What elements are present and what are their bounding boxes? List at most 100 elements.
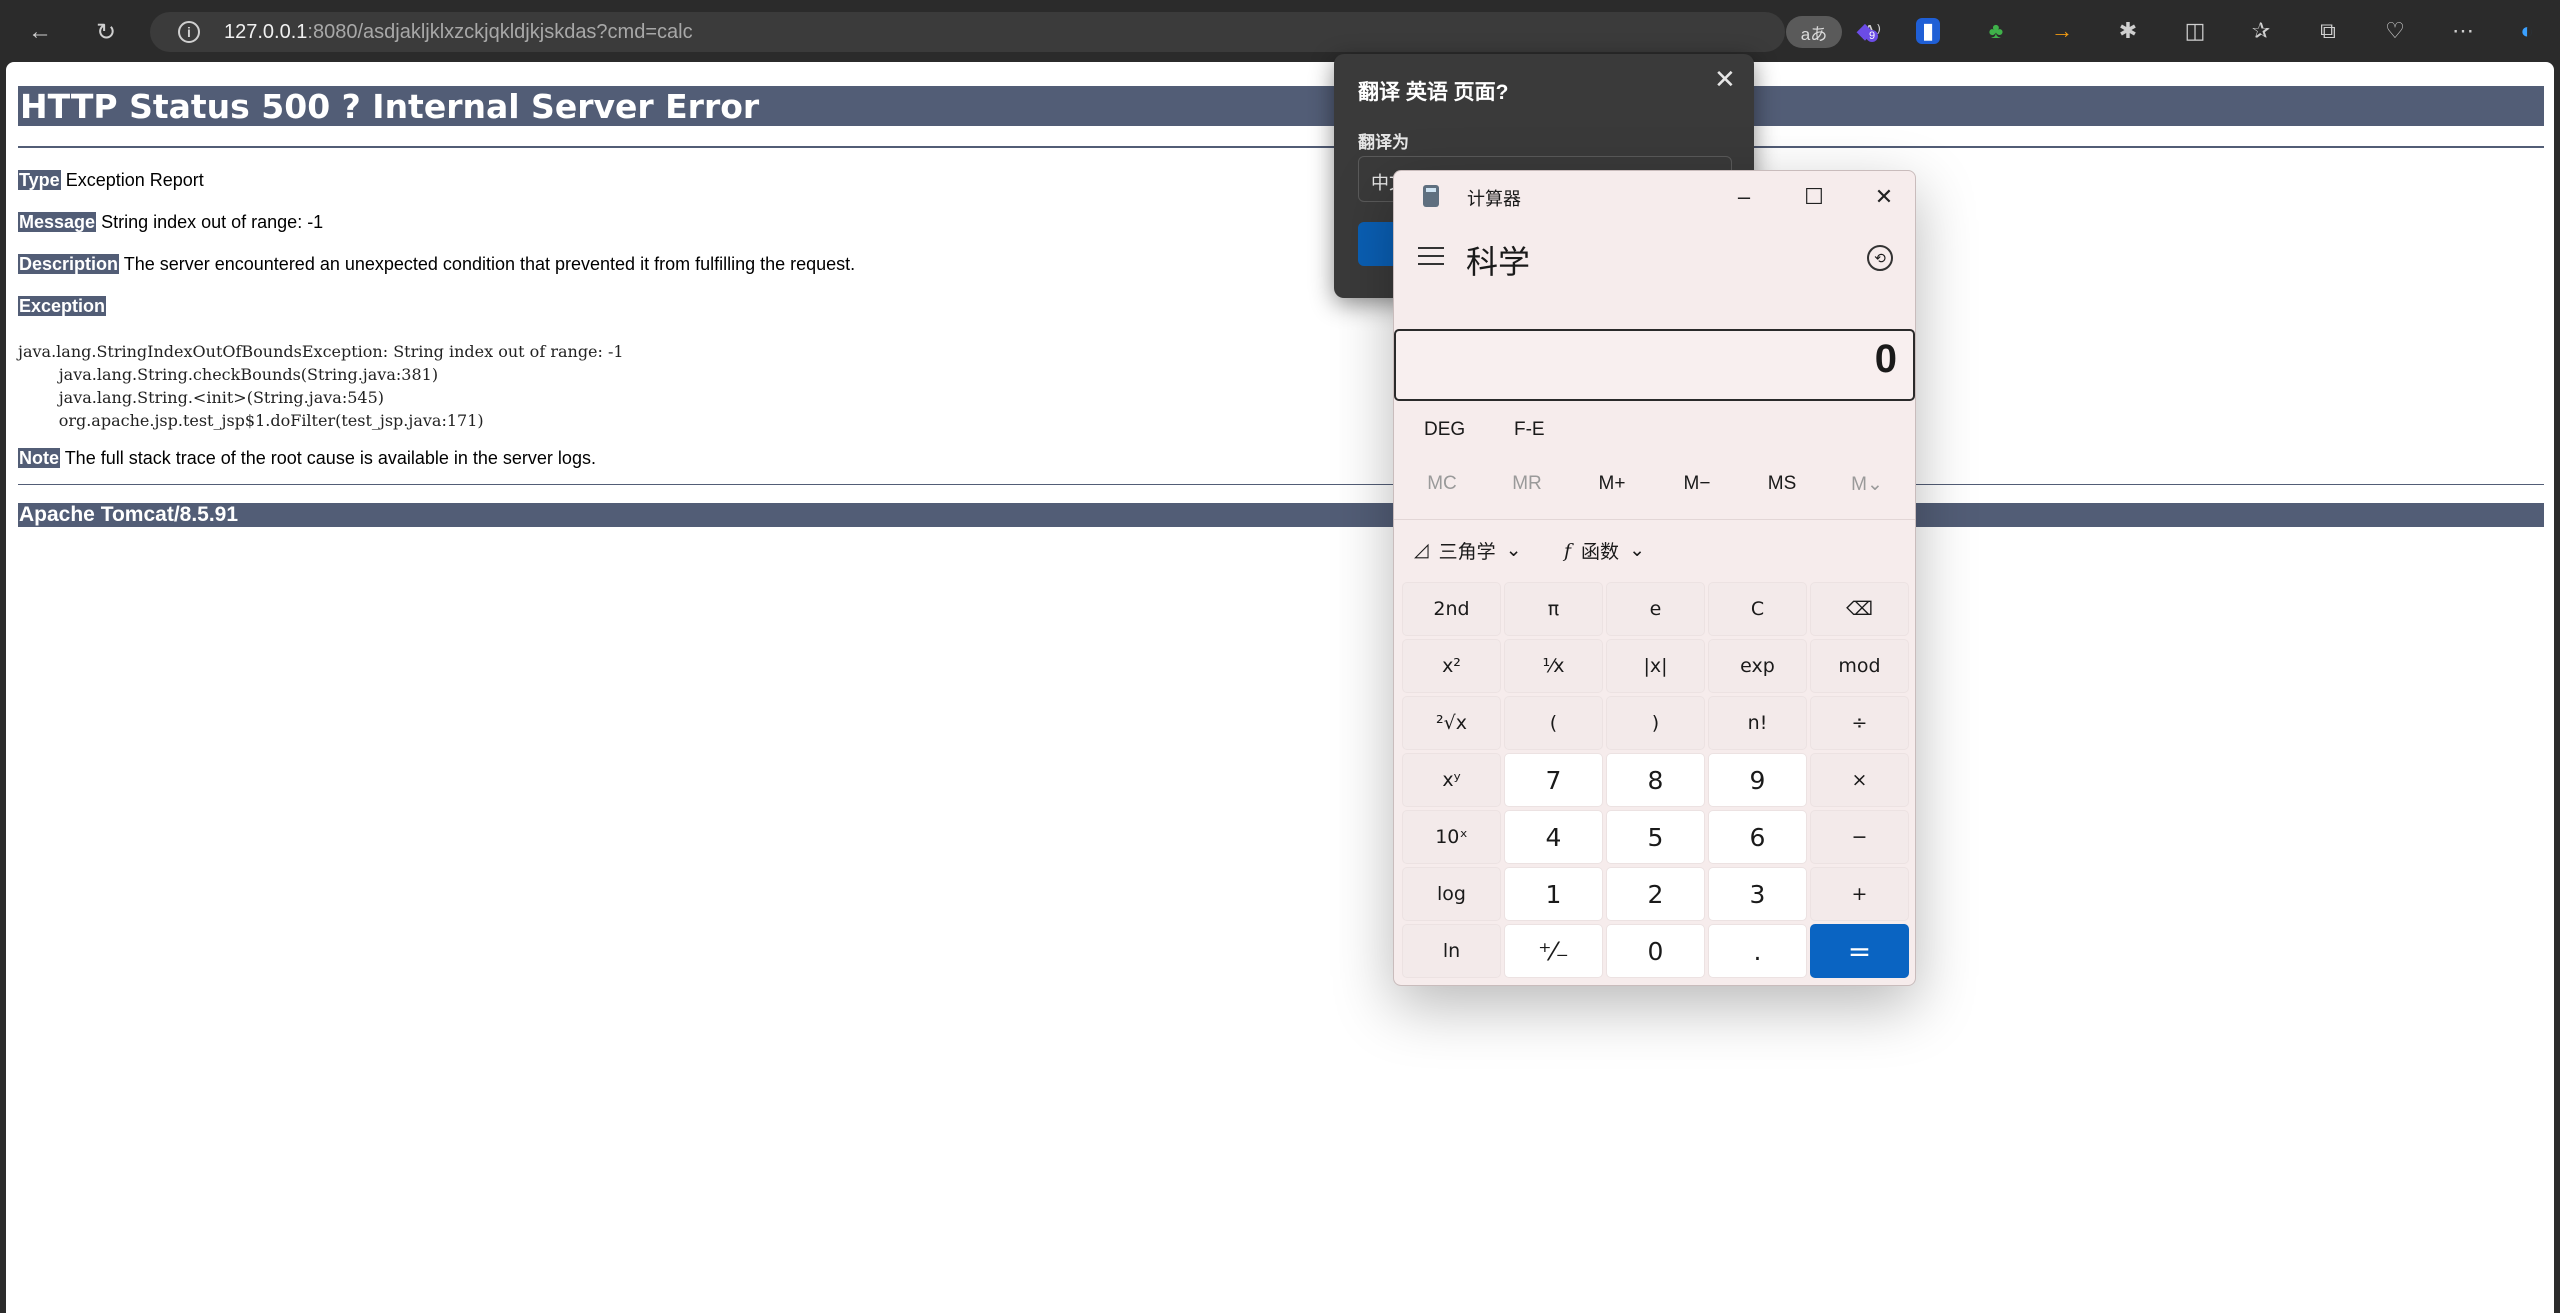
- collections-icon[interactable]: ⧉: [2313, 16, 2343, 46]
- subtract-key[interactable]: −: [1810, 810, 1909, 864]
- calculator-titlebar[interactable]: 计算器 – ☐ ✕: [1394, 171, 1915, 223]
- result-display: 0: [1394, 329, 1915, 401]
- digit-7-key[interactable]: 7: [1504, 753, 1603, 807]
- memory-add-button[interactable]: M+: [1572, 473, 1652, 495]
- mode-title: 科学: [1466, 244, 1531, 280]
- memory-recall-button[interactable]: MR: [1487, 473, 1567, 495]
- negate-key[interactable]: ⁺⁄₋: [1504, 924, 1603, 978]
- mod-key[interactable]: mod: [1810, 639, 1909, 693]
- equals-key[interactable]: =: [1810, 924, 1909, 978]
- digit-6-key[interactable]: 6: [1708, 810, 1807, 864]
- multiply-key[interactable]: ×: [1810, 753, 1909, 807]
- type-label: Type: [18, 170, 61, 190]
- hamburger-menu-icon[interactable]: [1418, 247, 1444, 269]
- split-screen-icon[interactable]: ◫: [2180, 16, 2210, 46]
- function-f-icon: f: [1564, 539, 1572, 562]
- memory-store-button[interactable]: MS: [1742, 473, 1822, 495]
- calculator-app-icon: [1423, 185, 1439, 207]
- divider: [18, 146, 2544, 148]
- triangle-icon: ◿: [1414, 540, 1429, 561]
- trigonometry-label: 三角学: [1438, 542, 1496, 563]
- digit-3-key[interactable]: 3: [1708, 867, 1807, 921]
- trigonometry-dropdown[interactable]: ◿ 三角学 ⌄: [1414, 537, 1522, 564]
- refresh-icon[interactable]: ↻: [88, 14, 124, 50]
- translate-icon[interactable]: aあ: [1786, 16, 1842, 48]
- open-paren-key[interactable]: (: [1504, 696, 1603, 750]
- description-row: Description The server encountered an un…: [18, 254, 2544, 274]
- close-icon[interactable]: ✕: [1714, 64, 1736, 95]
- arrow-extension-icon[interactable]: →: [2047, 16, 2077, 46]
- message-row: Message String index out of range: -1: [18, 212, 2544, 232]
- site-info-icon[interactable]: i: [178, 21, 200, 43]
- error-page: HTTP Status 500 ? Internal Server Error …: [18, 86, 2544, 527]
- close-paren-key[interactable]: ): [1606, 696, 1705, 750]
- browser-essentials-icon[interactable]: ♡: [2380, 16, 2410, 46]
- chevron-down-icon: ⌄: [1629, 540, 1645, 561]
- page-title: HTTP Status 500 ? Internal Server Error: [18, 86, 2544, 126]
- message-label: Message: [18, 212, 97, 232]
- reciprocal-key[interactable]: ¹⁄x: [1504, 639, 1603, 693]
- log-key[interactable]: log: [1402, 867, 1501, 921]
- memory-list-button[interactable]: M⌄: [1827, 473, 1907, 496]
- extension-icon[interactable]: ◆ 9: [1850, 16, 1880, 46]
- translate-button[interactable]: [1358, 222, 1398, 266]
- tree-extension-icon[interactable]: ♣: [1981, 16, 2011, 46]
- divide-key[interactable]: ÷: [1810, 696, 1909, 750]
- fe-button[interactable]: F-E: [1514, 419, 1545, 441]
- digit-4-key[interactable]: 4: [1504, 810, 1603, 864]
- address-bar[interactable]: i 127.0.0.1:8080/asdjakljklxzckjqkldjkjs…: [150, 12, 1940, 52]
- memory-row: MC MR M+ M− MS M⌄: [1394, 473, 1915, 503]
- stack-trace: java.lang.StringIndexOutOfBoundsExceptio…: [18, 340, 2544, 432]
- maximize-icon[interactable]: ☐: [1794, 179, 1834, 215]
- memory-clear-button[interactable]: MC: [1402, 473, 1482, 495]
- square-key[interactable]: x²: [1402, 639, 1501, 693]
- function-row: ◿ 三角学 ⌄ f 函数 ⌄: [1394, 537, 1915, 567]
- url-text[interactable]: 127.0.0.1:8080/asdjakljklxzckjqkldjkjskd…: [224, 21, 693, 44]
- pi-key[interactable]: π: [1504, 582, 1603, 636]
- extension-badge: 9: [1866, 30, 1879, 42]
- exception-row: Exception: [18, 296, 2544, 316]
- more-menu-icon[interactable]: ⋯: [2448, 16, 2478, 46]
- history-icon[interactable]: ⟲: [1867, 245, 1893, 271]
- backspace-icon[interactable]: ⌫: [1810, 582, 1909, 636]
- function-dropdown[interactable]: f 函数 ⌄: [1564, 537, 1645, 564]
- browser-toolbar: ← ↻ i 127.0.0.1:8080/asdjakljklxzckjqkld…: [0, 0, 2560, 62]
- window-title: 计算器: [1467, 189, 1521, 209]
- minimize-icon[interactable]: –: [1724, 179, 1764, 215]
- favorites-icon[interactable]: ✰: [2246, 16, 2276, 46]
- absolute-key[interactable]: |x|: [1606, 639, 1705, 693]
- digit-0-key[interactable]: 0: [1606, 924, 1705, 978]
- memory-subtract-button[interactable]: M−: [1657, 473, 1737, 495]
- decimal-key[interactable]: .: [1708, 924, 1807, 978]
- back-icon[interactable]: ←: [22, 14, 58, 50]
- ln-key[interactable]: ln: [1402, 924, 1501, 978]
- bitwarden-icon[interactable]: ▮: [1916, 18, 1940, 44]
- close-icon[interactable]: ✕: [1864, 179, 1904, 215]
- digit-5-key[interactable]: 5: [1606, 810, 1705, 864]
- divider: [1394, 519, 1915, 520]
- digit-9-key[interactable]: 9: [1708, 753, 1807, 807]
- power-key[interactable]: xʸ: [1402, 753, 1501, 807]
- digit-2-key[interactable]: 2: [1606, 867, 1705, 921]
- page-viewport: HTTP Status 500 ? Internal Server Error …: [6, 62, 2554, 1313]
- clear-key[interactable]: C: [1708, 582, 1807, 636]
- add-key[interactable]: +: [1810, 867, 1909, 921]
- e-key[interactable]: e: [1606, 582, 1705, 636]
- divider: [18, 484, 2544, 485]
- url-host: 127.0.0.1: [224, 21, 308, 43]
- keypad: 2nd π e C ⌫ x² ¹⁄x |x| exp mod ²√x ( ) n…: [1402, 582, 1909, 978]
- second-function-key[interactable]: 2nd: [1402, 582, 1501, 636]
- digit-8-key[interactable]: 8: [1606, 753, 1705, 807]
- digit-1-key[interactable]: 1: [1504, 867, 1603, 921]
- angle-mode-button[interactable]: DEG: [1424, 419, 1465, 441]
- exp-key[interactable]: exp: [1708, 639, 1807, 693]
- note-label: Note: [18, 448, 60, 468]
- note-row: Note The full stack trace of the root ca…: [18, 448, 2544, 468]
- square-root-key[interactable]: ²√x: [1402, 696, 1501, 750]
- copilot-icon[interactable]: ◐: [2512, 16, 2542, 46]
- display-value: 0: [1874, 337, 1897, 381]
- translate-target-label: 翻译为: [1358, 133, 1409, 152]
- factorial-key[interactable]: n!: [1708, 696, 1807, 750]
- extensions-puzzle-icon[interactable]: ✱: [2113, 16, 2143, 46]
- ten-power-key[interactable]: 10ˣ: [1402, 810, 1501, 864]
